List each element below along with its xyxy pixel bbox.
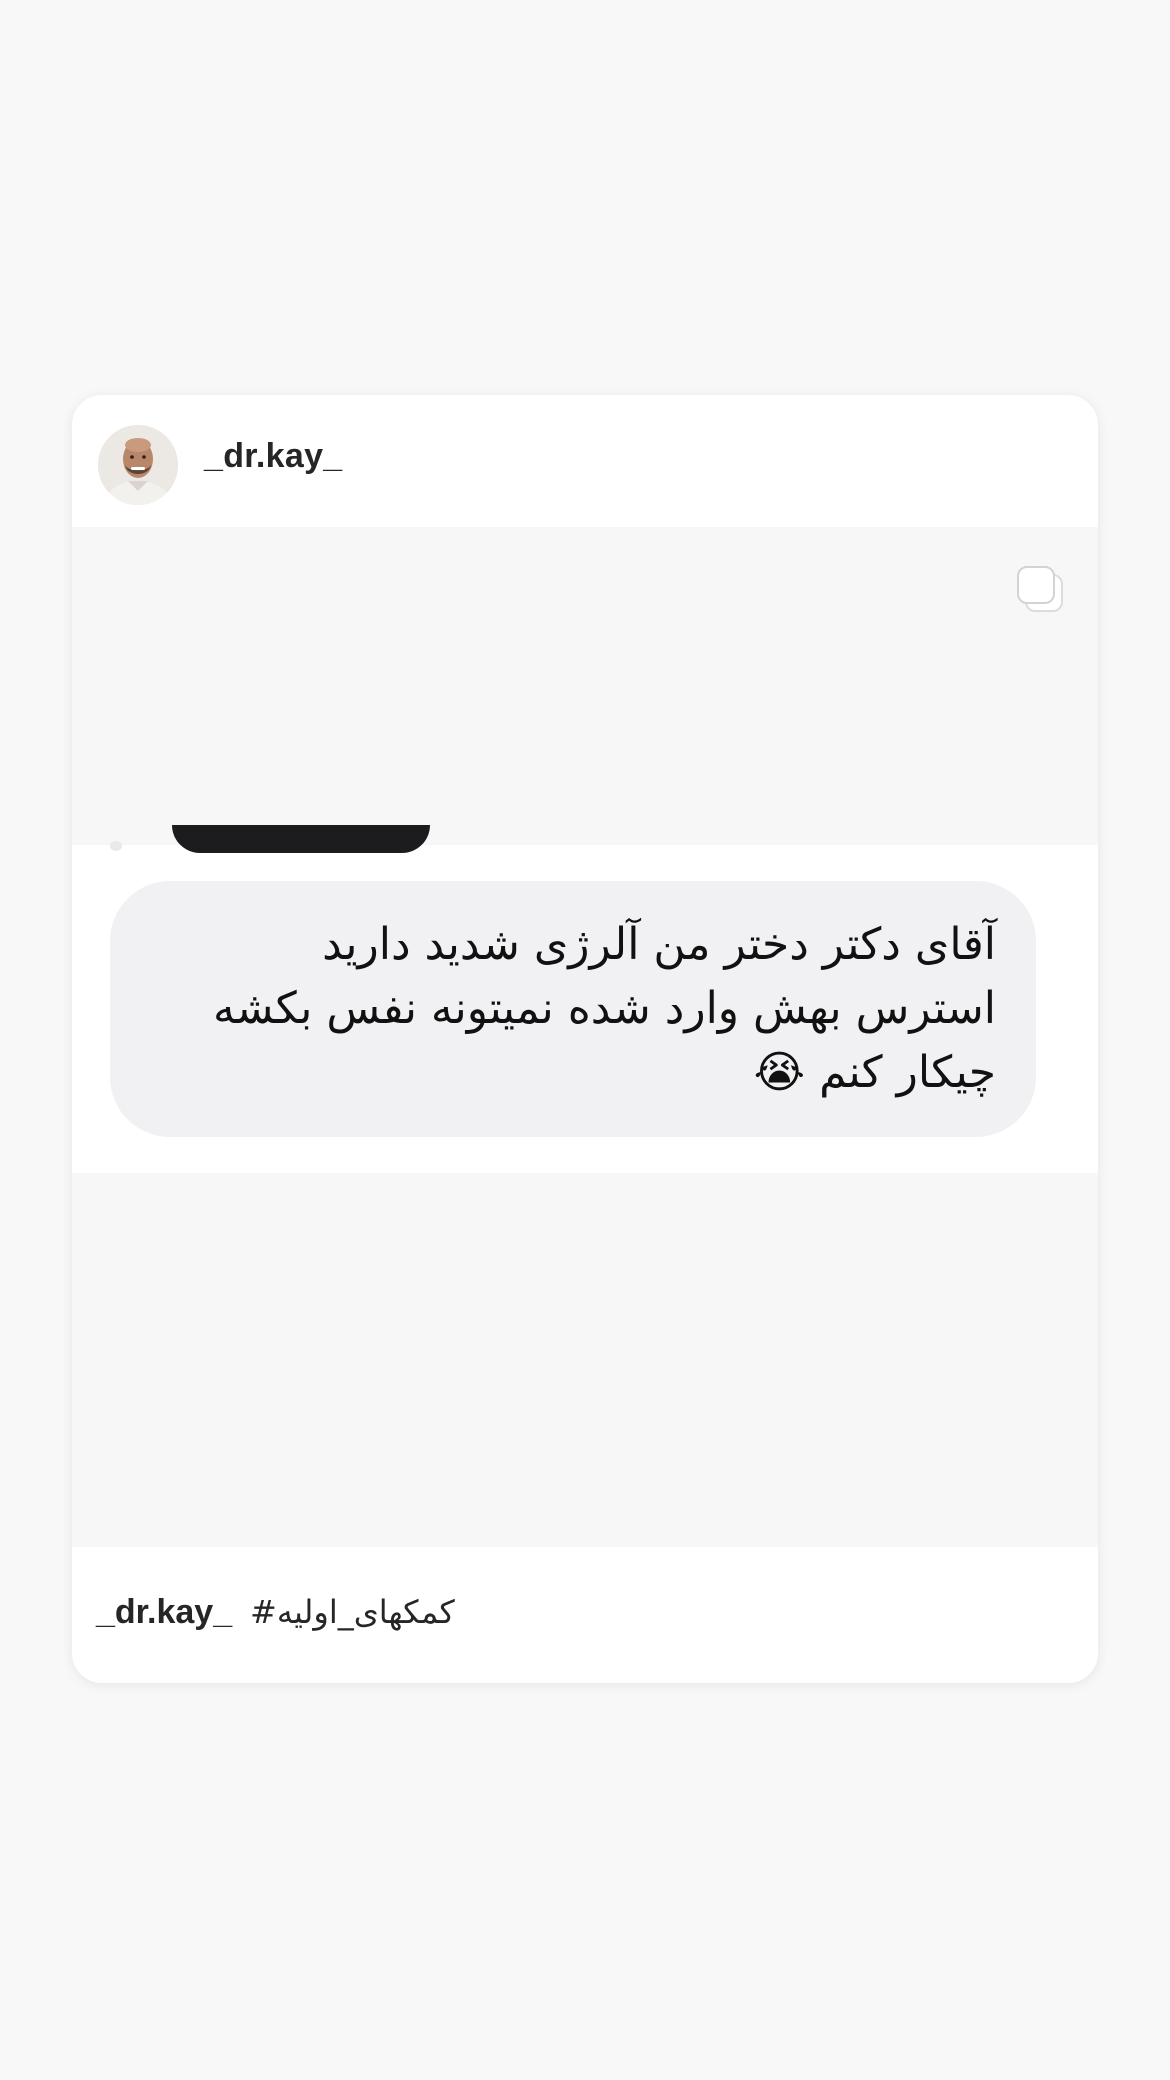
post-username[interactable]: _dr.kay_: [204, 437, 343, 476]
message-screenshot: آقای دکتر دختر من آلرژی شدید دارید استرس…: [72, 825, 1098, 1173]
message-text: آقای دکتر دختر من آلرژی شدید دارید استرس…: [150, 913, 996, 1105]
carousel-multiple-icon: [1012, 561, 1068, 617]
post-caption: _dr.kay_ #کمکهای_اولیه: [72, 1547, 1098, 1683]
caption-username[interactable]: _dr.kay_: [96, 1593, 232, 1632]
post-media[interactable]: آقای دکتر دختر من آلرژی شدید دارید استرس…: [72, 527, 1098, 1547]
caption-hashtag[interactable]: #کمکهای_اولیه: [250, 1593, 455, 1631]
avatar[interactable]: [98, 425, 178, 505]
bubble-dot: [110, 841, 122, 851]
message-line-1: آقای دکتر دختر من آلرژی شدید دارید: [322, 919, 996, 970]
message-line-3: چیکار کنم 😭: [753, 1047, 996, 1098]
message-bubble: آقای دکتر دختر من آلرژی شدید دارید استرس…: [110, 881, 1036, 1137]
message-line-2: استرس بهش وارد شده نمیتونه نفس بکشه: [212, 983, 996, 1034]
previous-message-bubble: [172, 825, 430, 853]
post-card: _dr.kay_ آقای دکتر دختر من آلرژی شدید دا…: [72, 395, 1098, 1683]
avatar-photo-icon: [98, 425, 178, 505]
post-header: _dr.kay_: [72, 395, 1098, 527]
